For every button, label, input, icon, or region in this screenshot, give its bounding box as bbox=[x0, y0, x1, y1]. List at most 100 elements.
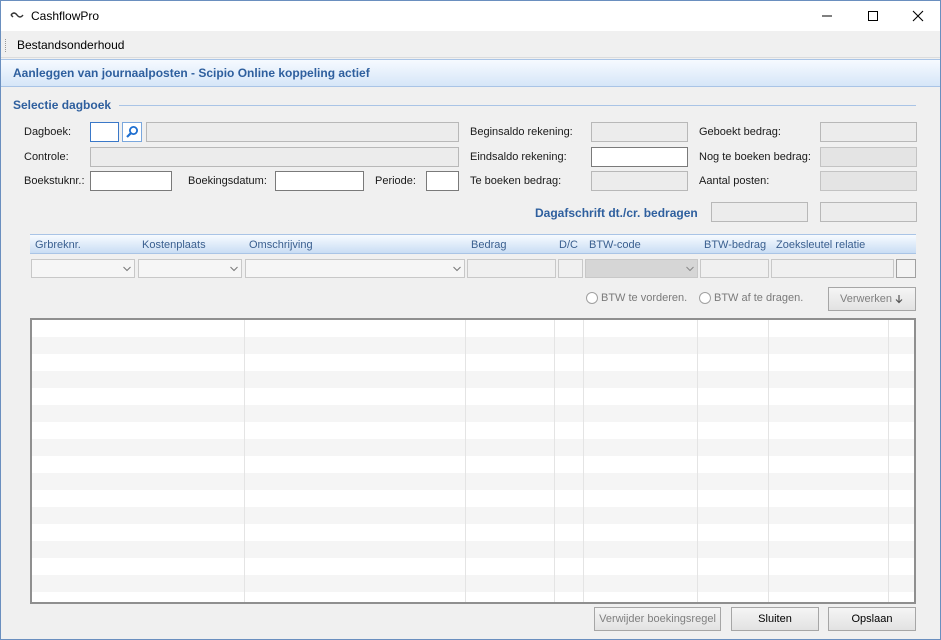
bedrag-input[interactable] bbox=[467, 259, 556, 278]
header-band: Aanleggen van journaalposten - Scipio On… bbox=[1, 59, 940, 87]
geboekt-field bbox=[820, 122, 917, 142]
aantal-posten-field bbox=[820, 171, 917, 191]
boekstuknr-label: Boekstuknr.: bbox=[24, 175, 85, 187]
dagafschrift-label: Dagafschrift dt./cr. bedragen bbox=[535, 206, 698, 220]
column-header-btw-bedrag: BTW-bedrag bbox=[704, 239, 767, 251]
boekingsdatum-label: Boekingsdatum: bbox=[188, 175, 267, 187]
column-divider bbox=[888, 320, 889, 602]
dagboek-input[interactable] bbox=[90, 122, 119, 142]
btw-afdragen-label: BTW af te dragen. bbox=[714, 292, 804, 304]
btw-vorderen-option[interactable]: BTW te vorderen. bbox=[586, 292, 687, 304]
section-divider bbox=[119, 105, 916, 106]
nog-te-boeken-field bbox=[820, 147, 917, 167]
table-row[interactable] bbox=[32, 524, 914, 541]
maximize-icon bbox=[868, 11, 878, 21]
grid-column-header: Grbreknr. Kostenplaats Omschrijving Bedr… bbox=[30, 234, 916, 254]
te-boeken-label: Te boeken bedrag: bbox=[470, 175, 562, 187]
chevron-down-icon bbox=[686, 266, 694, 272]
chevron-down-icon bbox=[453, 266, 461, 272]
dagboek-search-button[interactable] bbox=[122, 122, 142, 142]
periode-label: Periode: bbox=[375, 175, 416, 187]
column-divider bbox=[244, 320, 245, 602]
te-boeken-field bbox=[591, 171, 688, 191]
chevron-down-icon bbox=[230, 266, 238, 272]
menu-grip bbox=[5, 39, 7, 52]
minimize-button[interactable] bbox=[804, 1, 850, 31]
table-row[interactable] bbox=[32, 456, 914, 473]
column-header-bedrag: Bedrag bbox=[471, 239, 507, 251]
column-divider bbox=[465, 320, 466, 602]
main-window: CashflowPro Bestandsonderhoud Aanleggen … bbox=[0, 0, 941, 640]
boekingsdatum-input[interactable] bbox=[275, 171, 364, 191]
dc-input[interactable] bbox=[558, 259, 583, 278]
verwerken-button[interactable]: Verwerken bbox=[828, 287, 916, 311]
table-row[interactable] bbox=[32, 558, 914, 575]
column-header-grbreknr: Grbreknr. bbox=[35, 239, 81, 251]
btw-code-combo[interactable] bbox=[585, 259, 698, 278]
kostenplaats-combo[interactable] bbox=[138, 259, 242, 278]
column-divider bbox=[697, 320, 698, 602]
table-row[interactable] bbox=[32, 388, 914, 405]
controle-label: Controle: bbox=[24, 151, 69, 163]
maximize-button[interactable] bbox=[850, 1, 896, 31]
btw-bedrag-input[interactable] bbox=[700, 259, 769, 278]
search-icon bbox=[126, 126, 138, 138]
eindsaldo-input[interactable] bbox=[591, 147, 688, 167]
table-row[interactable] bbox=[32, 507, 914, 524]
close-button[interactable] bbox=[895, 1, 940, 31]
column-header-dc: D/C bbox=[559, 239, 578, 251]
btw-vorderen-radio[interactable] bbox=[586, 292, 598, 304]
column-divider bbox=[583, 320, 584, 602]
dagboek-name-field bbox=[146, 122, 459, 142]
btw-vorderen-label: BTW te vorderen. bbox=[601, 292, 688, 304]
dagafschrift-dt-field bbox=[711, 202, 808, 222]
dagboek-label: Dagboek: bbox=[24, 126, 72, 138]
sluiten-label: Sluiten bbox=[758, 613, 792, 625]
table-row[interactable] bbox=[32, 473, 914, 490]
table-row[interactable] bbox=[32, 354, 914, 371]
opslaan-button[interactable]: Opslaan bbox=[828, 607, 916, 631]
verwerken-label: Verwerken bbox=[840, 293, 892, 305]
zoeksleutel-input[interactable] bbox=[771, 259, 894, 278]
grbreknr-combo[interactable] bbox=[31, 259, 135, 278]
column-header-btw-code: BTW-code bbox=[589, 239, 641, 251]
table-row[interactable] bbox=[32, 405, 914, 422]
eindsaldo-label: Eindsaldo rekening: bbox=[470, 151, 567, 163]
table-row[interactable] bbox=[32, 575, 914, 592]
boekstuknr-input[interactable] bbox=[90, 171, 172, 191]
table-row[interactable] bbox=[32, 320, 914, 337]
table-row[interactable] bbox=[32, 490, 914, 507]
close-icon bbox=[912, 10, 924, 22]
menu-item-bestandsonderhoud[interactable]: Bestandsonderhoud bbox=[17, 38, 124, 52]
section-title-selectie: Selectie dagboek bbox=[13, 98, 112, 112]
column-header-zoeksleutel: Zoeksleutel relatie bbox=[776, 239, 866, 251]
table-row[interactable] bbox=[32, 337, 914, 354]
aantal-posten-label: Aantal posten: bbox=[699, 175, 770, 187]
btw-afdragen-radio[interactable] bbox=[699, 292, 711, 304]
geboekt-label: Geboekt bedrag: bbox=[699, 126, 781, 138]
verwijder-boekingsregel-button[interactable]: Verwijder boekingsregel bbox=[594, 607, 721, 631]
table-row[interactable] bbox=[32, 371, 914, 388]
dagafschrift-cr-field bbox=[820, 202, 917, 222]
table-row[interactable] bbox=[32, 541, 914, 558]
journal-entries-grid[interactable] bbox=[30, 318, 916, 604]
app-icon bbox=[10, 12, 24, 18]
beginsaldo-field bbox=[591, 122, 688, 142]
window-title: CashflowPro bbox=[31, 9, 100, 23]
btw-afdragen-option[interactable]: BTW af te dragen. bbox=[699, 292, 803, 304]
column-header-kostenplaats: Kostenplaats bbox=[142, 239, 206, 251]
table-row[interactable] bbox=[32, 592, 914, 602]
title-bar: CashflowPro bbox=[1, 1, 940, 31]
controle-field bbox=[90, 147, 459, 167]
periode-input[interactable] bbox=[426, 171, 459, 191]
table-row[interactable] bbox=[32, 439, 914, 456]
beginsaldo-label: Beginsaldo rekening: bbox=[470, 126, 573, 138]
header-title: Aanleggen van journaalposten - Scipio On… bbox=[13, 66, 370, 80]
column-divider bbox=[554, 320, 555, 602]
omschrijving-combo[interactable] bbox=[245, 259, 465, 278]
nog-te-boeken-label: Nog te boeken bedrag: bbox=[699, 151, 811, 163]
zoeksleutel-lookup-button[interactable] bbox=[896, 259, 916, 278]
column-header-omschrijving: Omschrijving bbox=[249, 239, 313, 251]
sluiten-button[interactable]: Sluiten bbox=[731, 607, 819, 631]
table-row[interactable] bbox=[32, 422, 914, 439]
